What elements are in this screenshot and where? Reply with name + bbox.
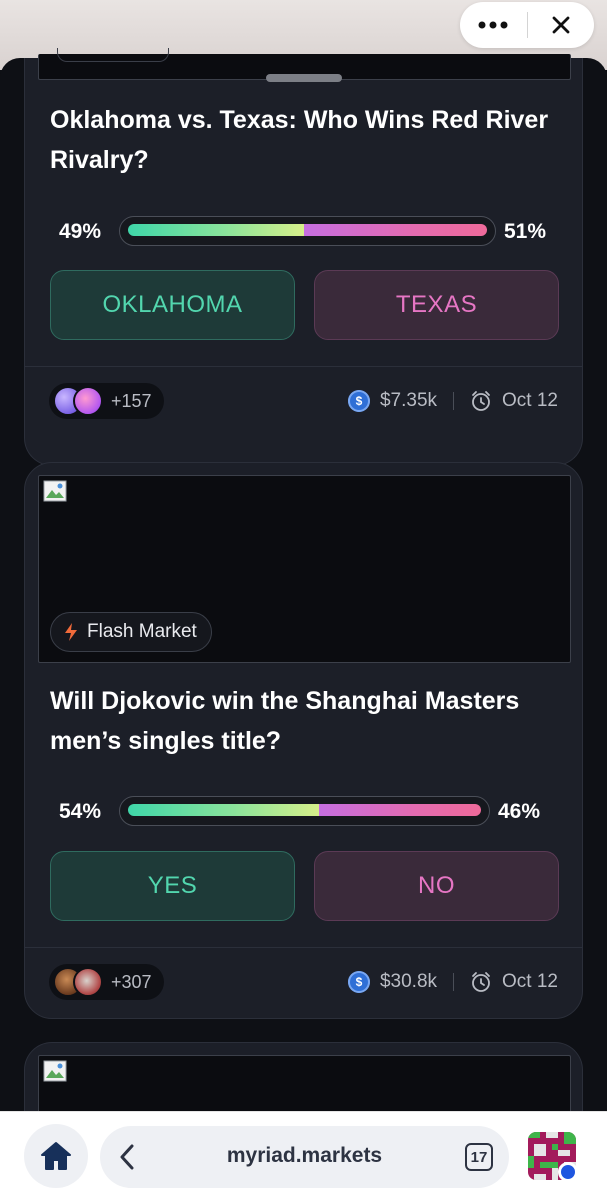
tab-count-button[interactable]: 17 [465, 1143, 493, 1171]
no-percentage: 51% [504, 220, 547, 243]
odds-bar-yes-fill [128, 224, 304, 236]
alarm-clock-icon [472, 391, 490, 411]
odds-bar [119, 216, 496, 246]
market-feed[interactable]: Oklahoma vs. Texas: Who Wins Red River R… [0, 48, 607, 1163]
no-percentage: 46% [498, 800, 541, 823]
market-question[interactable]: Oklahoma vs. Texas: Who Wins Red River R… [50, 100, 560, 180]
meta-divider [453, 973, 455, 991]
buy-yes-button[interactable]: OKLAHOMA [50, 270, 295, 340]
home-button[interactable] [24, 1124, 88, 1188]
card-divider [25, 947, 582, 948]
broken-image-icon [43, 480, 67, 502]
card-divider [25, 366, 582, 367]
usdc-icon: $ [347, 971, 370, 993]
usdc-icon: $ [347, 390, 370, 412]
odds-bar [119, 796, 490, 826]
market-volume: $30.8k [379, 971, 438, 992]
broken-image-icon [43, 1060, 67, 1082]
market-tag [57, 48, 169, 62]
close-icon [552, 16, 570, 34]
trader-count: +307 [111, 971, 152, 992]
odds-bar-no-fill [304, 224, 487, 236]
address-bar[interactable]: myriad.markets 17 [100, 1126, 509, 1188]
url-text[interactable]: myriad.markets [100, 1144, 509, 1168]
buy-yes-button[interactable]: YES [50, 851, 295, 921]
notification-dot [558, 1162, 578, 1182]
market-tag[interactable]: Flash Market [50, 612, 212, 652]
market-end-date: Oct 12 [502, 971, 558, 992]
browser-toolbar: myriad.markets 17 [0, 1111, 607, 1199]
market-tag-label: Flash Market [87, 621, 197, 642]
close-button[interactable] [528, 2, 595, 48]
odds-bar-yes-fill [128, 804, 319, 816]
market-image: Flash Market [38, 475, 571, 663]
meta-divider [453, 392, 455, 410]
market-end-date: Oct 12 [502, 390, 558, 411]
lightning-icon [65, 623, 77, 641]
market-card[interactable]: Flash Market Will Djokovic win the Shang… [24, 462, 583, 1019]
yes-percentage: 49% [59, 220, 102, 243]
mini-app-controls [460, 2, 594, 48]
home-icon [41, 1142, 71, 1170]
yes-percentage: 54% [59, 800, 102, 823]
sheet-grabber[interactable] [266, 74, 342, 82]
traders-summary[interactable]: +157 [49, 383, 164, 419]
market-meta: $ $7.35k Oct 12 [347, 383, 558, 419]
traders-summary[interactable]: +307 [49, 964, 164, 1000]
alarm-clock-icon [472, 972, 490, 992]
market-meta: $ $30.8k Oct 12 [347, 964, 558, 1000]
trader-count: +157 [111, 390, 152, 411]
more-options-button[interactable] [460, 2, 527, 48]
buy-no-button[interactable]: NO [314, 851, 559, 921]
market-volume: $7.35k [379, 390, 438, 411]
market-card[interactable]: Oklahoma vs. Texas: Who Wins Red River R… [24, 48, 583, 466]
more-dots-icon [478, 21, 508, 29]
avatar [73, 386, 103, 416]
market-question[interactable]: Will Djokovic win the Shanghai Masters m… [50, 681, 560, 761]
odds-bar-no-fill [319, 804, 481, 816]
avatar [73, 967, 103, 997]
buy-no-button[interactable]: TEXAS [314, 270, 559, 340]
